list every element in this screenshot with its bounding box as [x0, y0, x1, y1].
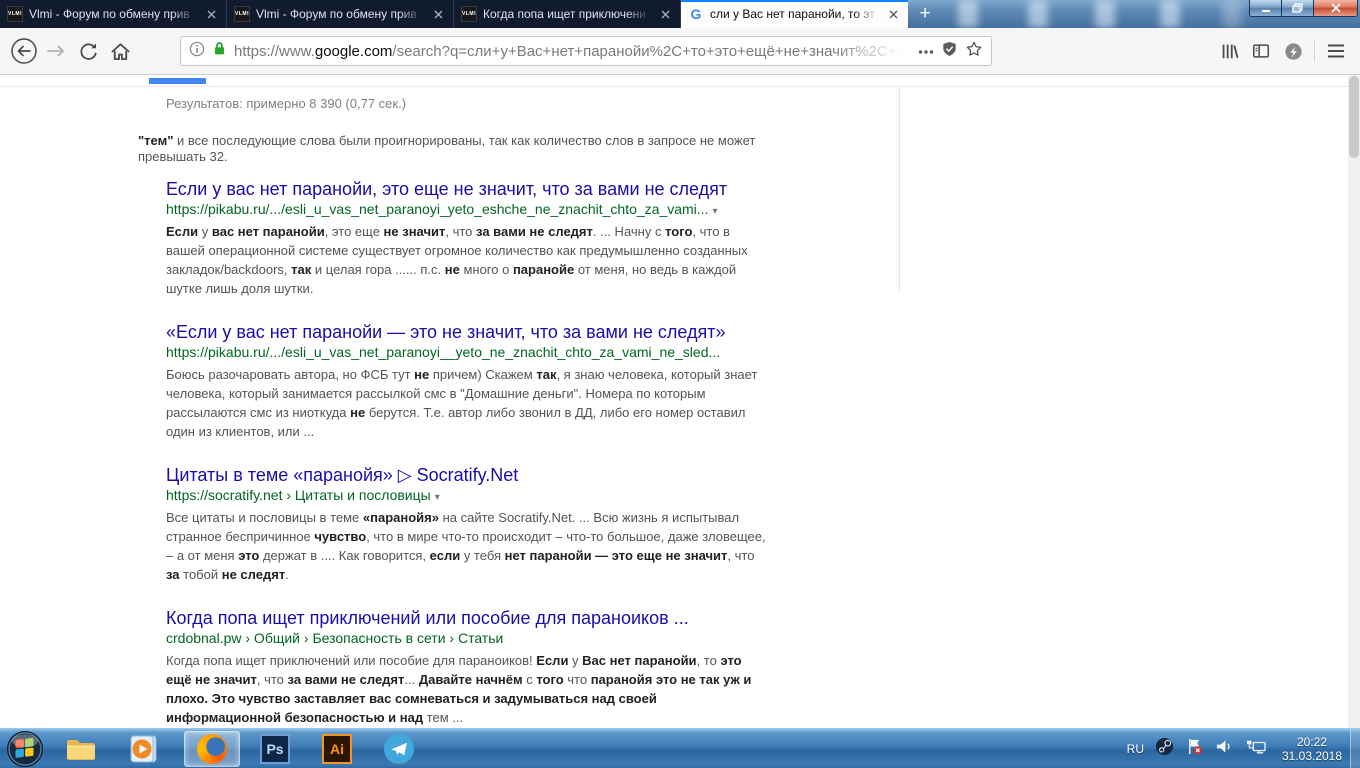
- bookmark-star-icon[interactable]: [965, 40, 983, 63]
- tab-close-icon[interactable]: [203, 6, 219, 22]
- clock[interactable]: 20:22 31.03.2018: [1278, 735, 1346, 763]
- media-player-taskbar-button[interactable]: [122, 731, 164, 767]
- search-result: Если у вас нет паранойи, это еще не знач…: [166, 179, 770, 298]
- tab-vlmi-forum-1[interactable]: VLMI Vlmi - Форум по обмену прив: [0, 0, 227, 28]
- photoshop-taskbar-button[interactable]: Ps: [254, 731, 296, 767]
- url-text[interactable]: https://www.google.com/search?q=сли+у+Ва…: [234, 43, 911, 60]
- vlmi-favicon-icon: VLMI: [234, 6, 250, 22]
- tab-title: Vlmi - Форум по обмену прив: [29, 7, 197, 21]
- address-bar[interactable]: https://www.google.com/search?q=сли+у+Ва…: [180, 36, 992, 66]
- firefox-taskbar-button[interactable]: [184, 731, 240, 767]
- back-button[interactable]: [8, 35, 40, 67]
- page-scrollbar[interactable]: [1348, 75, 1360, 728]
- illustrator-taskbar-button[interactable]: Ai: [316, 731, 358, 767]
- result-dropdown-icon[interactable]: ▾: [712, 206, 717, 217]
- tab-strip: VLMI Vlmi - Форум по обмену прив VLMI Vl…: [0, 0, 942, 28]
- result-snippet: Боюсь разочаровать автора, но ФСБ тут не…: [166, 365, 770, 441]
- tab-close-icon[interactable]: [657, 6, 673, 22]
- menu-hamburger-icon[interactable]: [1320, 35, 1352, 67]
- windows-taskbar: Ps Ai RU: [0, 728, 1360, 768]
- result-url[interactable]: crdobnal.pw › Общий › Безопасность в сет…: [166, 629, 770, 650]
- window-titlebar: VLMI Vlmi - Форум по обмену прив VLMI Vl…: [0, 0, 1360, 28]
- illustrator-icon: Ai: [322, 734, 352, 764]
- vlmi-favicon-icon: VLMI: [7, 6, 23, 22]
- tab-close-icon[interactable]: [430, 6, 446, 22]
- tab-google-search-active[interactable]: G сли у Вас нет паранойи, то эт: [681, 0, 908, 28]
- reload-icon[interactable]: [72, 35, 104, 67]
- sidebar-toggle-icon[interactable]: [1245, 35, 1277, 67]
- result-url[interactable]: https://pikabu.ru/.../esli_u_vas_net_par…: [166, 200, 770, 221]
- language-indicator[interactable]: RU: [1127, 742, 1144, 756]
- query-truncated-notice: "тем" и все последующие слова были проиг…: [138, 133, 770, 165]
- library-icon[interactable]: [1213, 35, 1245, 67]
- result-title-link[interactable]: Если у вас нет паранойи, это еще не знач…: [166, 179, 770, 200]
- vlmi-favicon-icon: VLMI: [461, 6, 477, 22]
- close-button[interactable]: [1313, 0, 1358, 17]
- result-dropdown-icon[interactable]: ▾: [435, 492, 440, 503]
- scrollbar-thumb[interactable]: [1349, 76, 1359, 158]
- minimize-button[interactable]: [1249, 0, 1282, 17]
- tab-title: Vlmi - Форум по обмену прив: [256, 7, 424, 21]
- explorer-taskbar-button[interactable]: [60, 731, 102, 767]
- steam-tray-icon[interactable]: [1155, 737, 1174, 761]
- result-url[interactable]: https://pikabu.ru/.../esli_u_vas_net_par…: [166, 343, 770, 364]
- tab-title: Когда попа ищет приключени: [483, 7, 651, 21]
- shield-extension-icon[interactable]: [941, 40, 958, 63]
- home-button[interactable]: [104, 35, 136, 67]
- system-tray: RU: [1127, 729, 1346, 768]
- maximize-button[interactable]: [1282, 0, 1313, 17]
- result-title-link[interactable]: «Если у вас нет паранойи — это не значит…: [166, 322, 770, 343]
- search-result: Когда попа ищет приключений или пособие …: [166, 608, 770, 727]
- browser-viewport: Результатов: примерно 8 390 (0,77 сек.) …: [0, 75, 1360, 728]
- firefox-icon: [197, 734, 227, 764]
- https-padlock-icon[interactable]: [212, 40, 227, 62]
- search-results-column: Результатов: примерно 8 390 (0,77 сек.) …: [166, 96, 770, 728]
- page-actions-icon[interactable]: [918, 42, 934, 60]
- tray-date: 31.03.2018: [1278, 749, 1346, 763]
- results-stats: Результатов: примерно 8 390 (0,77 сек.): [166, 96, 770, 111]
- new-tab-button[interactable]: +: [908, 0, 942, 28]
- panel-divider: [899, 86, 900, 292]
- browser-toolbar: https://www.google.com/search?q=сли+у+Ва…: [0, 28, 1360, 75]
- aero-glass-streak: [1028, 0, 1048, 28]
- window-controls: [1249, 0, 1358, 17]
- site-info-icon[interactable]: [189, 41, 205, 62]
- search-result: «Если у вас нет паранойи — это не значит…: [166, 322, 770, 441]
- action-center-flag-icon[interactable]: [1185, 737, 1204, 761]
- tab-title: сли у Вас нет паранойи, то эт: [710, 7, 879, 21]
- start-button[interactable]: [6, 730, 44, 768]
- aero-glass-streak: [1095, 0, 1115, 28]
- search-result: Цитаты в теме «паранойя» ▷ Socratify.Net…: [166, 465, 770, 584]
- tab-vlmi-forum-2[interactable]: VLMI Vlmi - Форум по обмену прив: [227, 0, 454, 28]
- aero-glass-streak: [1222, 0, 1242, 28]
- photoshop-icon: Ps: [260, 734, 290, 764]
- tab-close-icon[interactable]: [885, 6, 901, 22]
- lightning-extension-icon[interactable]: [1277, 35, 1309, 67]
- show-desktop-button[interactable]: [1350, 729, 1360, 768]
- google-tabs-border: [0, 86, 1348, 87]
- result-snippet: Все цитаты и пословицы в теме «паранойя»…: [166, 508, 770, 584]
- aero-glass-streak: [958, 0, 978, 28]
- telegram-taskbar-button[interactable]: [378, 731, 420, 767]
- tab-kogda-popa[interactable]: VLMI Когда попа ищет приключени: [454, 0, 681, 28]
- aero-glass-streak: [1160, 0, 1180, 28]
- telegram-icon: [384, 734, 414, 764]
- toolbar-separator: [1314, 40, 1315, 62]
- google-active-tab-underline: [149, 78, 206, 84]
- result-snippet: Когда попа ищет приключений или пособие …: [166, 651, 770, 727]
- result-title-link[interactable]: Цитаты в теме «паранойя» ▷ Socratify.Net: [166, 465, 770, 486]
- result-snippet: Если у вас нет паранойи, это еще не знач…: [166, 222, 770, 298]
- volume-icon[interactable]: [1215, 738, 1234, 760]
- result-url[interactable]: https://socratify.net › Цитаты и послови…: [166, 486, 770, 507]
- network-icon[interactable]: [1245, 738, 1267, 761]
- google-favicon-icon: G: [688, 6, 704, 22]
- forward-button[interactable]: [40, 35, 72, 67]
- result-title-link[interactable]: Когда попа ищет приключений или пособие …: [166, 608, 770, 629]
- tray-time: 20:22: [1278, 735, 1346, 749]
- results-list: Если у вас нет паранойи, это еще не знач…: [166, 179, 770, 728]
- desktop-screen: VLMI Vlmi - Форум по обмену прив VLMI Vl…: [0, 0, 1360, 768]
